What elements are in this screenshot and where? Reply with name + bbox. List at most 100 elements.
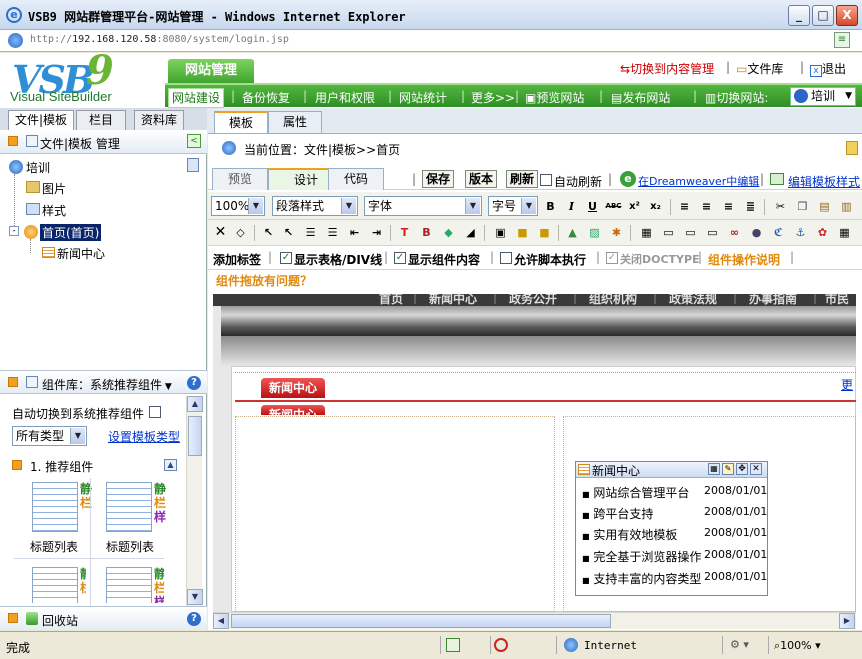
address-url[interactable]: http://192.168.120.58:8080/system/login.…: [30, 34, 289, 45]
component-card-title-list[interactable]: 静 栏 标题列表: [14, 478, 92, 558]
brush-icon[interactable]: ◢: [462, 224, 479, 241]
scroll-down-button[interactable]: ▼: [187, 589, 203, 605]
tab-column[interactable]: 栏目: [76, 110, 127, 130]
anchor-icon[interactable]: ⚓: [792, 224, 809, 241]
scroll-right-button[interactable]: ▶: [839, 613, 855, 629]
file-library-link[interactable]: ▭文件库: [736, 60, 783, 77]
publish-site-button[interactable]: ▤发布网站: [611, 89, 670, 106]
indent-icon[interactable]: ⇥: [368, 224, 385, 241]
tree-item-styles[interactable]: 样式: [42, 202, 66, 219]
auto-refresh-checkbox[interactable]: [540, 174, 552, 186]
grid-icon[interactable]: ▦: [836, 224, 853, 241]
canvas-hscrollbar[interactable]: ◀ ▶: [213, 612, 856, 629]
link-icon[interactable]: ∞: [726, 224, 743, 241]
close-doctype-checkbox[interactable]: ✓: [606, 252, 618, 264]
maximize-button[interactable]: □: [812, 5, 834, 26]
collapse-icon[interactable]: [8, 136, 18, 146]
form-icon[interactable]: ▭: [660, 224, 677, 241]
widget-edit-icon[interactable]: ✎: [722, 463, 734, 475]
table-icon[interactable]: ▦: [638, 224, 655, 241]
set-template-type-link[interactable]: 设置模板类型: [108, 428, 180, 445]
superscript-button[interactable]: x²: [626, 198, 643, 215]
tab-code[interactable]: 代码: [328, 168, 385, 190]
widget-move-icon[interactable]: ✥: [736, 463, 748, 475]
page-icon[interactable]: ≡: [834, 32, 850, 48]
italic-button[interactable]: I: [563, 198, 580, 215]
bold-button[interactable]: B: [542, 198, 559, 215]
collapse-icon[interactable]: [8, 613, 18, 623]
list-item[interactable]: ■ 完全基于浏览器操作 2008/01/01: [582, 548, 767, 566]
fill-icon[interactable]: ◆: [440, 224, 457, 241]
version-button[interactable]: 版本: [465, 170, 498, 188]
cut-icon[interactable]: ✂: [772, 198, 789, 215]
hscroll-thumb[interactable]: [231, 614, 611, 628]
paragraph-style-select[interactable]: 段落样式 ▼: [272, 196, 358, 216]
copy-icon[interactable]: ❐: [794, 198, 811, 215]
align-left-icon[interactable]: ≡: [676, 198, 693, 215]
edit-in-dreamweaver-link[interactable]: 在Dreamweaver中编辑: [638, 173, 759, 189]
list-item[interactable]: ■ 网站综合管理平台 2008/01/01: [582, 484, 767, 502]
component-card-title-list-2[interactable]: 静 栏 样 标题列表: [92, 478, 166, 558]
widget-close-icon[interactable]: ✕: [750, 463, 762, 475]
zoom-level[interactable]: ⌕100% ▾: [774, 639, 821, 653]
tab-preview[interactable]: 预览: [212, 168, 269, 190]
widget-settings-icon[interactable]: ▦: [708, 463, 720, 475]
image-icon[interactable]: ▨: [586, 224, 603, 241]
tab-site-management[interactable]: 网站管理: [168, 59, 254, 83]
nav-site-build[interactable]: 网站建设: [168, 88, 225, 108]
help-icon[interactable]: ?: [187, 376, 201, 390]
design-canvas[interactable]: 首页 | 新闻中心 | 政务公开 | 组织机构 | 政策法规 | 办事指南 | …: [213, 294, 856, 612]
layer-icon[interactable]: ■: [514, 224, 531, 241]
news-center-tab-2[interactable]: 新闻中心: [261, 405, 326, 415]
logout-link[interactable]: x 退出: [810, 60, 846, 77]
protected-mode-icon[interactable]: ⚙ ▾: [730, 638, 749, 651]
preview-site-button[interactable]: ▣预览网站: [525, 89, 584, 106]
refresh-button[interactable]: 刷新: [506, 170, 539, 188]
news-widget[interactable]: 新闻中心 ▦ ✎ ✥ ✕ ■ 网站综合管理平台 2008/01/01 ■ 跨平台支…: [575, 461, 768, 596]
tab-template[interactable]: 模板: [214, 111, 269, 133]
tree-root-site[interactable]: 培训: [26, 159, 50, 176]
text-color-icon[interactable]: T: [396, 224, 413, 241]
delete-icon[interactable]: ✕: [212, 224, 229, 241]
component-card-3[interactable]: 静 栏: [14, 563, 86, 603]
component-help-link[interactable]: 组件操作说明: [708, 251, 780, 268]
nav-backup[interactable]: 备份恢复: [242, 89, 290, 106]
align-center-icon[interactable]: ≡: [698, 198, 715, 215]
media-icon[interactable]: ●: [748, 224, 765, 241]
component-scrollbar[interactable]: ▲ ▼: [186, 396, 203, 606]
outdent-icon[interactable]: ⇤: [346, 224, 363, 241]
font-size-select[interactable]: 字号 ▼: [488, 196, 538, 216]
paste-icon[interactable]: ▤: [816, 198, 833, 215]
scroll-up-icon[interactable]: ▲: [164, 459, 177, 471]
textfield-icon[interactable]: ▭: [682, 224, 699, 241]
recycle-bin-title[interactable]: 回收站: [42, 612, 78, 629]
more-link[interactable]: 更: [841, 376, 853, 393]
list-item[interactable]: ■ 实用有效地模板 2008/01/01: [582, 526, 767, 544]
scroll-left-button[interactable]: ◀: [213, 613, 229, 629]
nav-stats[interactable]: 网站统计: [399, 89, 447, 106]
close-button[interactable]: X: [836, 5, 858, 26]
collapse-icon[interactable]: [8, 377, 18, 387]
nav-users[interactable]: 用户和权限: [315, 89, 375, 106]
tree-item-news[interactable]: 新闻中心: [57, 245, 105, 262]
underline-button[interactable]: U: [584, 198, 601, 215]
tab-properties[interactable]: 属性: [268, 111, 323, 133]
frame-icon[interactable]: ▣: [492, 224, 509, 241]
font-select[interactable]: 字体 ▼: [364, 196, 482, 216]
button-icon[interactable]: ▭: [704, 224, 721, 241]
pointer-icon[interactable]: ↖: [260, 224, 277, 241]
minimize-button[interactable]: _: [788, 5, 810, 26]
component-card-4[interactable]: 静 栏 样: [92, 563, 164, 603]
list-item[interactable]: ■ 跨平台支持 2008/01/01: [582, 505, 767, 523]
pencil-icon[interactable]: [846, 141, 858, 155]
ordered-list-icon[interactable]: ☰: [302, 224, 319, 241]
add-tag-button[interactable]: 添加标签: [213, 251, 261, 268]
bug-icon[interactable]: ✿: [814, 224, 831, 241]
scroll-up-button[interactable]: ▲: [187, 396, 203, 412]
allow-script-checkbox[interactable]: [500, 252, 512, 264]
auto-switch-checkbox[interactable]: [149, 406, 161, 418]
show-component-checkbox[interactable]: ✓: [394, 252, 406, 264]
tree-item-home[interactable]: 首页(首页): [40, 224, 102, 241]
flash-icon[interactable]: ✱: [608, 224, 625, 241]
tree-collapse-icon[interactable]: -: [9, 226, 19, 236]
